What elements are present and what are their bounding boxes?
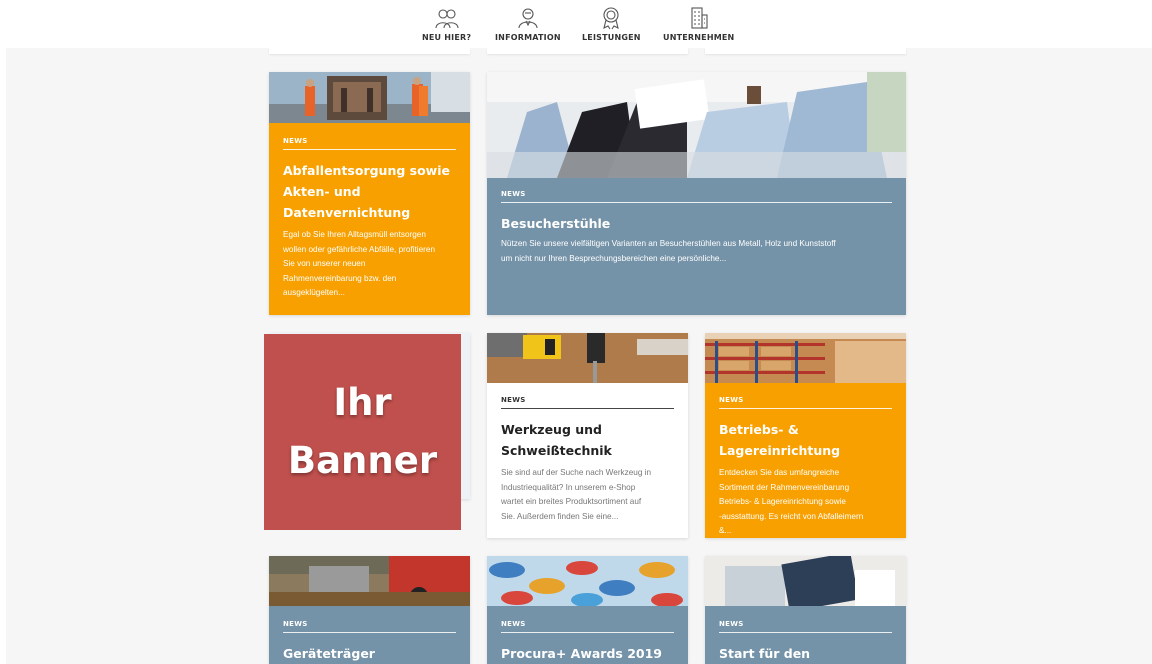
card-excerpt-line: Betriebs- & Lagereinrichtung sowie — [719, 497, 846, 507]
card-excerpt-line: wollen oder gefährliche Abfälle, profiti… — [283, 244, 436, 254]
card-tag: NEWS — [719, 620, 744, 628]
card-image-waste-workers — [269, 72, 470, 123]
card-title-line: Betriebs- & Lagereinrichtung — [719, 422, 841, 458]
card-excerpt-line: &... — [719, 526, 732, 536]
card-excerpt-line: Sie von unserer neuen — [283, 259, 366, 269]
award-icon — [598, 6, 624, 30]
nav-label: NEU HIER? — [422, 33, 472, 42]
ad-banner[interactable]: Ihr Banner — [264, 334, 461, 530]
news-card-geraetetraeger[interactable]: NEWS Geräteträger — [269, 556, 470, 664]
card-image-warehouse — [705, 333, 906, 383]
card-title-line: Schweißtechnik — [501, 443, 612, 458]
card-excerpt-line: Sortiment der Rahmenvereinbarung — [719, 482, 850, 492]
banner-text: Ihr Banner — [288, 374, 437, 490]
card-tag: NEWS — [501, 190, 526, 198]
banner-line: Ihr — [333, 381, 392, 424]
card-title: Start für den — [719, 643, 892, 664]
card-excerpt: Nützen Sie unsere vielfältigen Varianten… — [501, 237, 892, 266]
card-title-line: Start für den — [719, 646, 811, 661]
news-card-lagereinrichtung[interactable]: NEWS Betriebs- & Lagereinrichtung Entdec… — [705, 333, 906, 538]
card-title-line: Werkzeug und — [501, 422, 602, 437]
card-excerpt-line: Entdecken Sie das umfangreiche — [719, 468, 840, 477]
card-excerpt-line: Sie. Außerdem finden Sie eine... — [501, 511, 619, 521]
card-excerpt: Sie sind auf der Suche nach Werkzeug in … — [501, 466, 674, 524]
news-card-start-fuer-den[interactable]: NEWS Start für den — [705, 556, 906, 664]
card-title: Betriebs- & Lagereinrichtung — [719, 419, 892, 461]
news-card-besucherstuehle[interactable]: NEWS Besucherstühle Nützen Sie unsere vi… — [487, 72, 906, 315]
card-title-line: Procura+ Awards 2019 — [501, 646, 662, 661]
banner-line: Banner — [287, 439, 438, 482]
nav-label: LEISTUNGEN — [582, 33, 641, 42]
nav-label: INFORMATION — [495, 33, 561, 42]
card-title: Geräteträger — [283, 643, 456, 664]
building-icon — [686, 6, 712, 30]
card-excerpt-line: Industriequalität? In unserem e-Shop — [501, 482, 636, 492]
card-tag: NEWS — [719, 396, 744, 404]
card-excerpt-line: Nützen Sie unsere vielfältigen Varianten… — [501, 239, 836, 248]
card-peek — [705, 48, 906, 54]
card-title: Besucherstühle — [501, 213, 892, 234]
card-title-line: Besucherstühle — [501, 216, 611, 231]
card-peek — [269, 48, 470, 54]
card-image-tools — [487, 333, 688, 383]
card-excerpt: Egal ob Sie Ihren Alltagsmüll entsorgen … — [283, 228, 456, 301]
news-card-abfallentsorgung[interactable]: NEWS Abfallentsorgung sowie Akten- und D… — [269, 72, 470, 315]
person-info-icon — [515, 6, 541, 30]
nav-item-unternehmen[interactable]: UNTERNEHMEN — [663, 6, 734, 42]
card-title: Procura+ Awards 2019 — [501, 643, 674, 664]
nav-item-leistungen[interactable]: LEISTUNGEN — [582, 6, 641, 42]
card-excerpt-line: ausgeklügelten... — [283, 288, 345, 298]
card-tag: NEWS — [501, 396, 526, 404]
people-icon — [434, 6, 460, 30]
card-tag: NEWS — [283, 137, 308, 145]
card-divider — [501, 408, 674, 409]
card-excerpt-line: wartet ein breites Produktsortiment auf — [501, 497, 642, 507]
card-title-line: Abfallentsorgung sowie — [283, 163, 450, 178]
card-title: Werkzeug und Schweißtechnik — [501, 419, 674, 461]
card-excerpt-line: Rahmenvereinbarung bzw. den — [283, 273, 397, 283]
card-title-line: Geräteträger — [283, 646, 375, 661]
card-excerpt-line: Egal ob Sie Ihren Alltagsmüll entsorgen — [283, 230, 426, 239]
card-title-line: Datenvernichtung — [283, 205, 411, 220]
card-image-umbrellas — [487, 556, 688, 607]
card-divider — [501, 632, 674, 633]
card-image-documents — [705, 556, 906, 612]
top-navigation: NEU HIER? INFORMATION LEISTUNGEN UNTERNE… — [0, 0, 1152, 48]
card-divider — [283, 632, 456, 633]
card-divider — [501, 202, 892, 203]
card-divider — [719, 408, 892, 409]
card-excerpt-line: Sie sind auf der Suche nach Werkzeug in — [501, 468, 652, 477]
card-peek — [487, 48, 688, 54]
nav-item-neu-hier[interactable]: NEU HIER? — [422, 6, 471, 42]
card-title-line: Akten- und — [283, 184, 361, 199]
card-excerpt-line: um nicht nur Ihren Besprechungsbereichen… — [501, 253, 727, 263]
news-card-procura-awards[interactable]: NEWS Procura+ Awards 2019 — [487, 556, 688, 664]
nav-item-information[interactable]: INFORMATION — [495, 6, 561, 42]
card-image-street-sweeper — [269, 556, 470, 606]
card-image-people-sitting — [487, 72, 906, 178]
card-tag: NEWS — [501, 620, 526, 628]
card-excerpt-line: -ausstattung. Es reicht von Abfalleimern — [719, 511, 864, 521]
card-title: Abfallentsorgung sowie Akten- und Datenv… — [283, 160, 456, 223]
card-divider — [283, 149, 456, 150]
news-card-werkzeug[interactable]: NEWS Werkzeug und Schweißtechnik Sie sin… — [487, 333, 688, 538]
nav-label: UNTERNEHMEN — [663, 33, 735, 42]
card-divider — [719, 632, 892, 633]
card-tag: NEWS — [283, 620, 308, 628]
card-excerpt: Entdecken Sie das umfangreiche Sortiment… — [719, 466, 892, 538]
